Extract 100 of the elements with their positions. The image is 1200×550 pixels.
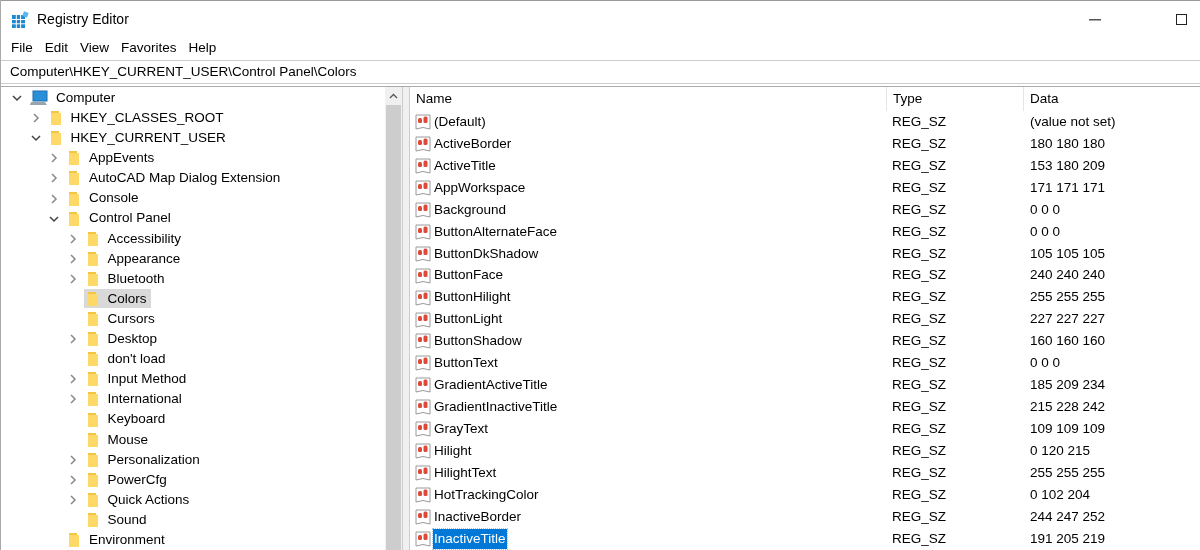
tree-item[interactable]: PowerCfg bbox=[83, 470, 171, 490]
tree-item[interactable]: Bluetooth bbox=[83, 269, 169, 289]
tree-item[interactable]: Colors bbox=[83, 289, 151, 309]
expander-icon[interactable] bbox=[49, 213, 59, 224]
value-name[interactable]: InactiveTitle bbox=[433, 528, 507, 550]
tree-item[interactable]: International bbox=[83, 389, 186, 409]
column-header[interactable]: Type bbox=[886, 87, 1023, 111]
menu-item[interactable]: Help bbox=[182, 37, 223, 59]
tree-item[interactable]: Desktop bbox=[83, 329, 162, 349]
string-value-icon bbox=[415, 377, 431, 394]
value-data: 160 160 160 bbox=[1029, 332, 1107, 351]
tree-item[interactable]: AutoCAD Map Dialog Extension bbox=[65, 168, 285, 188]
column-header[interactable]: Data bbox=[1023, 87, 1200, 111]
tree-item[interactable]: Quick Actions bbox=[83, 490, 194, 510]
value-name[interactable]: ButtonDkShadow bbox=[433, 243, 540, 264]
folder-icon bbox=[85, 270, 100, 287]
value-name[interactable]: ButtonFace bbox=[433, 265, 505, 286]
tree-item[interactable]: Personalization bbox=[83, 450, 204, 470]
value-name[interactable]: AppWorkspace bbox=[433, 177, 527, 198]
value-data: 240 240 240 bbox=[1029, 266, 1107, 285]
tree-item[interactable]: AppEvents bbox=[65, 148, 159, 168]
value-name[interactable]: InactiveBorder bbox=[433, 506, 523, 528]
value-name[interactable]: Background bbox=[433, 199, 508, 220]
value-type: REG_SZ bbox=[891, 178, 947, 197]
string-value-icon bbox=[415, 289, 431, 306]
string-value-icon bbox=[415, 399, 431, 416]
tree-item[interactable]: Control Panel bbox=[65, 209, 175, 229]
string-value-icon bbox=[415, 355, 431, 372]
value-name[interactable]: ActiveTitle bbox=[433, 155, 497, 176]
menu-item[interactable]: View bbox=[74, 37, 116, 59]
minimize-icon[interactable] bbox=[1089, 18, 1101, 21]
string-value-icon bbox=[415, 311, 431, 328]
tree-label: AutoCAD Map Dialog Extension bbox=[89, 169, 281, 188]
tree-item[interactable]: Environment bbox=[65, 530, 169, 550]
tree-label: HKEY_CLASSES_ROOT bbox=[70, 109, 224, 127]
tree-item[interactable]: HKEY_CURRENT_USER bbox=[46, 128, 230, 148]
value-name[interactable]: GradientInactiveTitle bbox=[433, 397, 559, 418]
value-name[interactable]: Hilight bbox=[433, 441, 473, 462]
folder-icon bbox=[67, 170, 81, 187]
value-type: REG_SZ bbox=[891, 288, 947, 307]
value-name[interactable]: HilightText bbox=[433, 463, 498, 484]
value-data: 0 0 0 bbox=[1029, 200, 1062, 219]
tree-item[interactable]: Mouse bbox=[83, 430, 153, 450]
tree-item[interactable]: Appearance bbox=[83, 249, 185, 269]
tree-item[interactable]: Cursors bbox=[83, 309, 159, 329]
menu-item[interactable]: Edit bbox=[38, 37, 75, 59]
tree-label: Cursors bbox=[107, 309, 155, 328]
value-name[interactable]: ButtonText bbox=[433, 353, 499, 374]
address-bar[interactable]: Computer\HKEY_CURRENT_USER\Control Panel\Colors bbox=[1, 60, 1200, 84]
menu-item[interactable]: File bbox=[5, 37, 39, 59]
value-data: 191 205 219 bbox=[1029, 529, 1107, 548]
value-name[interactable]: (Default) bbox=[433, 111, 487, 133]
tree-item[interactable]: Computer bbox=[28, 88, 120, 108]
value-data: 153 180 209 bbox=[1029, 156, 1107, 175]
value-name[interactable]: HotTrackingColor bbox=[433, 485, 540, 506]
value-data: 215 228 242 bbox=[1029, 398, 1107, 417]
string-value-icon bbox=[415, 201, 431, 218]
tree-label: Sound bbox=[107, 510, 147, 529]
value-name[interactable]: GrayText bbox=[433, 419, 489, 440]
column-header[interactable]: Name bbox=[410, 87, 886, 111]
value-type: REG_SZ bbox=[891, 156, 947, 175]
tree-label: Computer bbox=[56, 88, 116, 107]
scroll-up-icon[interactable] bbox=[389, 93, 398, 99]
tree-item[interactable]: don't load bbox=[83, 349, 170, 369]
tree-label: Input Method bbox=[107, 370, 187, 389]
value-name[interactable]: ButtonHilight bbox=[433, 287, 512, 308]
string-value-icon bbox=[415, 157, 431, 174]
string-value-icon bbox=[415, 223, 431, 240]
scrollbar[interactable] bbox=[385, 87, 402, 550]
value-data: 244 247 252 bbox=[1029, 507, 1107, 526]
tree-label: Keyboard bbox=[107, 410, 166, 429]
folder-icon bbox=[67, 210, 81, 227]
folder-icon bbox=[85, 451, 100, 468]
tree-item[interactable]: Input Method bbox=[83, 369, 191, 389]
value-type: REG_SZ bbox=[891, 332, 947, 351]
tree-label: HKEY_CURRENT_USER bbox=[70, 129, 226, 148]
tree-item[interactable]: Console bbox=[65, 189, 143, 208]
expander-icon[interactable] bbox=[30, 133, 41, 144]
tree-label: Colors bbox=[107, 289, 147, 308]
value-type: REG_SZ bbox=[891, 464, 947, 483]
value-data: 105 105 105 bbox=[1029, 244, 1107, 263]
tree-label: Personalization bbox=[107, 450, 200, 469]
folder-icon bbox=[85, 331, 100, 348]
value-name[interactable]: ButtonShadow bbox=[433, 331, 523, 352]
tree-label: PowerCfg bbox=[107, 470, 167, 489]
value-name[interactable]: ButtonLight bbox=[433, 309, 504, 330]
value-name[interactable]: ActiveBorder bbox=[433, 133, 513, 154]
tree-item[interactable]: HKEY_CLASSES_ROOT bbox=[46, 108, 228, 128]
tree-item[interactable]: Accessibility bbox=[83, 229, 186, 249]
value-name[interactable]: GradientActiveTitle bbox=[433, 375, 549, 396]
expander-icon[interactable] bbox=[12, 93, 22, 104]
tree-item[interactable]: Keyboard bbox=[83, 410, 170, 430]
value-name[interactable]: ButtonAlternateFace bbox=[433, 221, 559, 242]
value-type: REG_SZ bbox=[891, 529, 947, 548]
tree-label: don't load bbox=[107, 350, 166, 369]
menu-item[interactable]: Favorites bbox=[115, 37, 183, 59]
folder-icon bbox=[85, 250, 100, 267]
value-type: REG_SZ bbox=[891, 398, 947, 417]
tree-item[interactable]: Sound bbox=[83, 510, 151, 530]
maximize-icon[interactable] bbox=[1176, 14, 1187, 25]
